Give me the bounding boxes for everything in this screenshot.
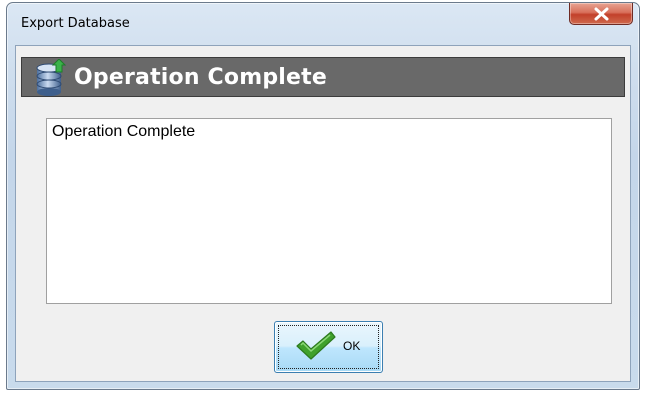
checkmark-icon xyxy=(296,331,336,360)
ok-button[interactable]: OK xyxy=(274,321,383,373)
header-title: Operation Complete xyxy=(74,65,327,90)
dialog-content: Operation Complete Operation Complete OK xyxy=(15,45,631,382)
window-title: Export Database xyxy=(21,16,130,31)
message-text: Operation Complete xyxy=(52,123,196,140)
close-icon xyxy=(594,7,609,21)
export-database-dialog: Export Database Operation Complete Opera… xyxy=(6,2,640,390)
header-band: Operation Complete xyxy=(21,57,625,97)
title-bar[interactable]: Export Database xyxy=(7,3,639,45)
ok-label: OK xyxy=(343,339,361,353)
database-export-icon xyxy=(36,59,67,96)
close-button[interactable] xyxy=(569,3,633,25)
message-textbox[interactable]: Operation Complete xyxy=(46,118,612,304)
